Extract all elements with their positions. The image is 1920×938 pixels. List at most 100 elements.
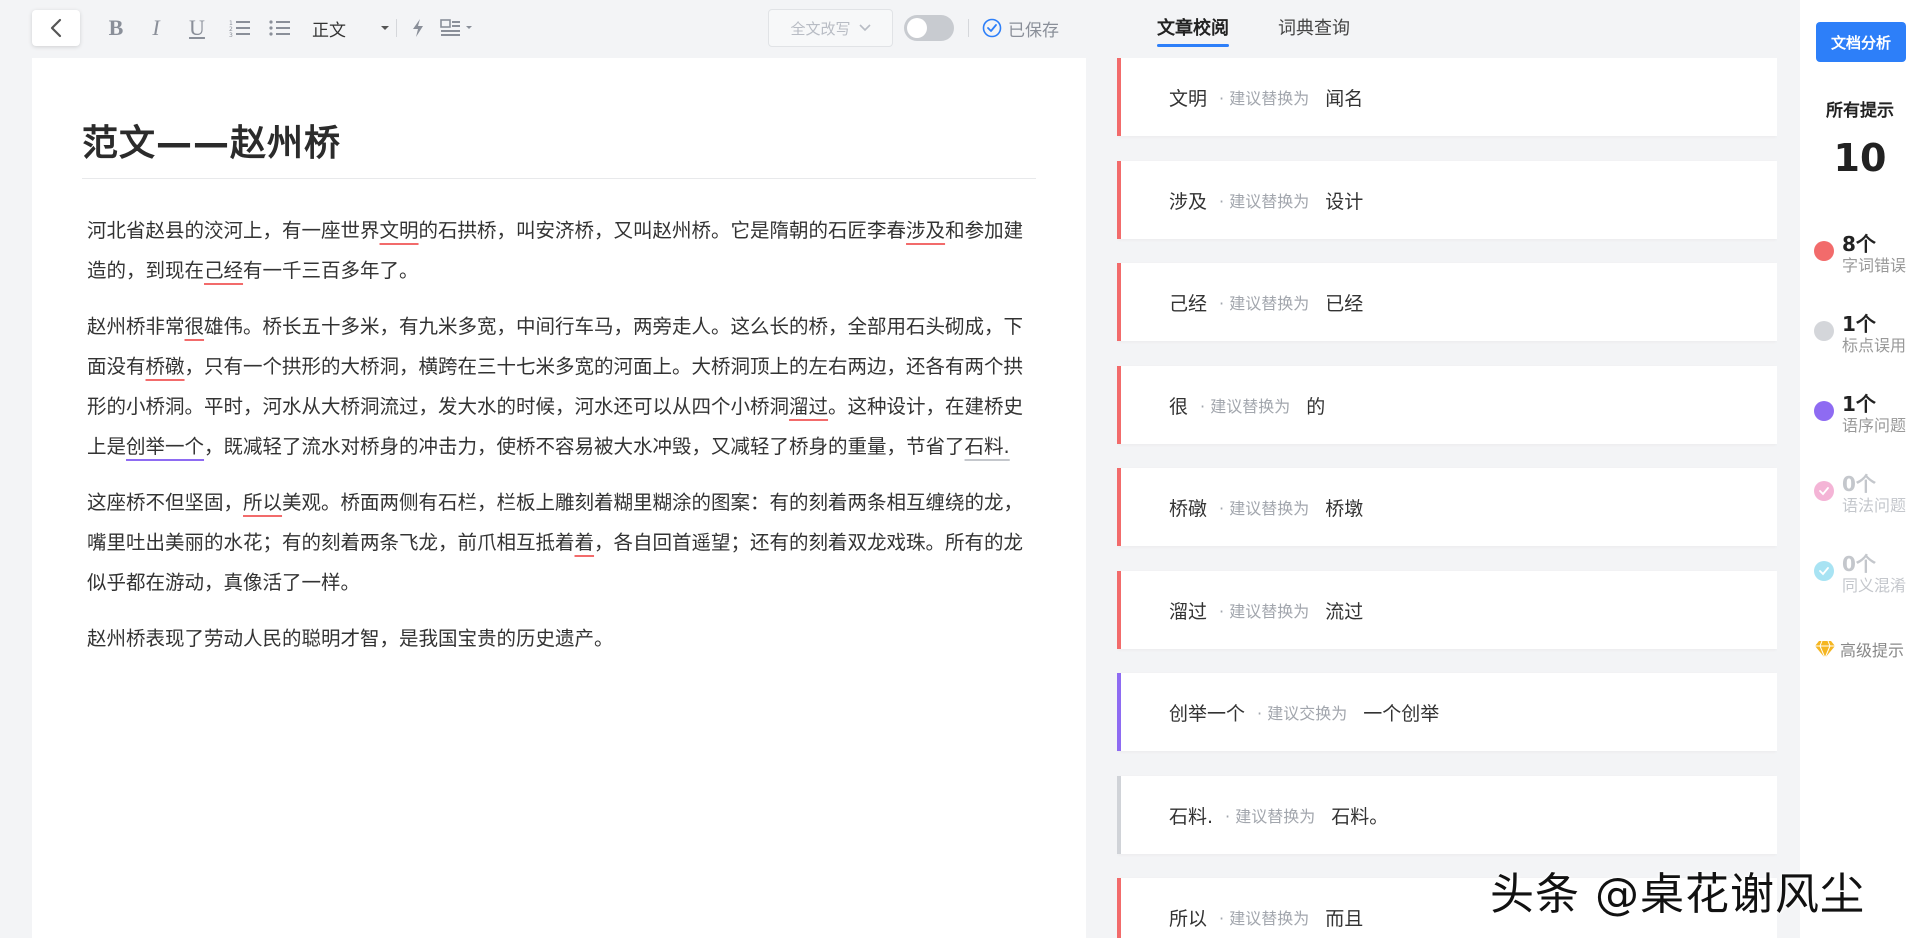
- suggestion-original: 桥礅: [1169, 497, 1208, 520]
- hint-category-filter[interactable]: 0个 语法问题: [1814, 466, 1920, 516]
- flagged-word[interactable]: 己经: [204, 259, 243, 282]
- suggestion-card[interactable]: 涉及 · 建议替换为 设计: [1117, 161, 1777, 239]
- suggestion-hint: · 建议替换为: [1219, 499, 1310, 518]
- rewrite-toggle[interactable]: [904, 15, 954, 41]
- flagged-word[interactable]: 所以: [243, 491, 282, 514]
- category-label: 标点误用: [1842, 336, 1907, 355]
- save-status: 已保存: [982, 15, 1059, 41]
- format-options-icon[interactable]: [438, 14, 478, 42]
- suggestion-replacement[interactable]: 桥墩: [1325, 494, 1363, 521]
- hint-category-filter[interactable]: 1个 标点误用: [1814, 306, 1920, 356]
- hint-category-filter[interactable]: 1个 语序问题: [1814, 386, 1920, 436]
- paragraph-text: ，既减轻了流水对桥身的冲击力，使桥不容易被大水冲毁，又减轻了桥身的重量，节省了: [204, 435, 965, 458]
- category-dot-icon: [1814, 561, 1834, 581]
- suggestion-card[interactable]: 创举一个 · 建议交换为 一个创举: [1117, 673, 1777, 751]
- suggestion-replacement[interactable]: 设计: [1325, 187, 1363, 214]
- suggestion-replacement[interactable]: 一个创举: [1363, 699, 1439, 726]
- bullet-list-icon[interactable]: [268, 14, 292, 42]
- suggestion-hint: · 建议替换为: [1219, 192, 1310, 211]
- flagged-word[interactable]: 很: [185, 315, 205, 338]
- document-paragraph[interactable]: 河北省赵县的洨河上，有一座世界文明的石拱桥，叫安济桥，又叫赵州桥。它是隋朝的石匠…: [87, 211, 1037, 291]
- document-analysis-button[interactable]: 文档分析: [1816, 22, 1906, 62]
- flagged-word[interactable]: 文明: [380, 219, 419, 242]
- right-summary-panel: 文档分析 所有提示 10 8个 字词错误 1个 标点误用 1个 语序问题 0个 语法问题 0个同…: [1800, 0, 1920, 938]
- suggestion-replacement[interactable]: 的: [1306, 392, 1325, 419]
- editor-toolbar: B I U 123 正文 全文改写 已保存: [0, 0, 1105, 56]
- suggestion-original: 文明: [1169, 87, 1208, 110]
- check-circle-icon: [982, 18, 1002, 38]
- flagged-word[interactable]: 桥礅: [146, 355, 185, 378]
- suggestion-replacement[interactable]: 石料。: [1331, 802, 1388, 829]
- back-button[interactable]: [32, 10, 80, 46]
- suggestion-card[interactable]: 溜过 · 建议替换为 流过: [1117, 571, 1777, 649]
- paragraph-style-select[interactable]: 正文: [312, 14, 390, 42]
- underline-icon[interactable]: U: [186, 14, 208, 42]
- document-title[interactable]: 范文——赵州桥: [82, 114, 1036, 179]
- suggestion-card[interactable]: 文明 · 建议替换为 闻名: [1117, 58, 1777, 136]
- suggestion-hint: · 建议替换为: [1225, 807, 1316, 826]
- flagged-word[interactable]: 石料.: [965, 435, 1010, 458]
- suggestion-replacement[interactable]: 已经: [1325, 289, 1363, 316]
- suggestion-original: 溜过: [1169, 600, 1208, 623]
- suggestion-original: 很: [1169, 395, 1189, 418]
- document-body[interactable]: 河北省赵县的洨河上，有一座世界文明的石拱桥，叫安济桥，又叫赵州桥。它是隋朝的石匠…: [87, 211, 1037, 675]
- tab-article-review[interactable]: 文章校阅: [1157, 14, 1229, 47]
- premium-hints-label: 高级提示: [1840, 641, 1905, 660]
- suggestion-card[interactable]: 桥礅 · 建议替换为 桥墩: [1117, 468, 1777, 546]
- lightning-icon[interactable]: [408, 14, 428, 42]
- suggestion-card[interactable]: 很 · 建议替换为的: [1117, 366, 1777, 444]
- paragraph-text: 赵州桥表现了劳动人民的聪明才智，是我国宝贵的历史遗产。: [87, 627, 614, 650]
- suggestion-original: 石料.: [1169, 805, 1214, 828]
- diamond-icon: [1815, 640, 1835, 659]
- save-status-text: 已保存: [1008, 20, 1059, 41]
- paragraph-style-value: 正文: [312, 20, 346, 41]
- hint-category-filter[interactable]: 0个 同义混淆: [1814, 546, 1920, 596]
- paragraph-text: 有一千三百多年了。: [243, 259, 419, 282]
- suggestion-card[interactable]: 己经 · 建议替换为 已经: [1117, 263, 1777, 341]
- flagged-word[interactable]: 溜过: [789, 395, 828, 418]
- category-label: 语序问题: [1842, 416, 1907, 435]
- suggestion-original: 创举一个: [1169, 702, 1246, 725]
- toolbar-divider: [396, 19, 397, 37]
- suggestion-replacement[interactable]: 流过: [1325, 597, 1363, 624]
- caret-down-icon: [381, 26, 389, 30]
- suggestion-hint: · 建议替换为: [1200, 397, 1291, 416]
- document-paragraph[interactable]: 赵州桥非常很雄伟。桥长五十多米，有九米多宽，中间行车马，两旁走人。这么长的桥，全…: [87, 307, 1037, 467]
- flagged-word[interactable]: 创举一个: [126, 435, 204, 458]
- paragraph-text: 河北省赵县的洨河上，有一座世界: [87, 219, 380, 242]
- suggestion-hint: · 建议替换为: [1219, 294, 1310, 313]
- full-rewrite-button[interactable]: 全文改写: [768, 9, 893, 47]
- watermark-text: 头条 @桌花谢风尘: [1490, 869, 1865, 920]
- tab-dictionary-lookup[interactable]: 词典查询: [1278, 14, 1350, 44]
- svg-text:3: 3: [229, 32, 233, 37]
- chevron-down-icon: [858, 24, 871, 32]
- paragraph-text: 赵州桥非常: [87, 315, 185, 338]
- document-paragraph[interactable]: 赵州桥表现了劳动人民的聪明才智，是我国宝贵的历史遗产。: [87, 619, 1037, 659]
- chevron-left-icon: [50, 18, 62, 38]
- all-hints-count: 10: [1833, 136, 1887, 180]
- suggestion-replacement[interactable]: 而且: [1325, 904, 1363, 931]
- hint-category-filter[interactable]: 8个 字词错误: [1814, 226, 1920, 276]
- italic-icon[interactable]: I: [146, 14, 166, 42]
- suggestion-hint: · 建议替换为: [1219, 602, 1310, 621]
- premium-hints-button[interactable]: 高级提示: [1814, 637, 1904, 661]
- all-hints-label: 所有提示: [1826, 101, 1894, 121]
- category-dot-icon: [1814, 401, 1834, 421]
- flagged-word[interactable]: 着: [575, 531, 595, 554]
- category-dot-icon: [1814, 241, 1834, 261]
- suggestion-hint: · 建议交换为: [1257, 704, 1348, 723]
- suggestion-card[interactable]: 石料. · 建议替换为 石料。: [1117, 776, 1777, 854]
- suggestion-original: 所以: [1169, 907, 1208, 930]
- paragraph-text: 这座桥不但坚固，: [87, 491, 244, 514]
- flagged-word[interactable]: 涉及: [906, 219, 945, 242]
- document-editor[interactable]: 范文——赵州桥 河北省赵县的洨河上，有一座世界文明的石拱桥，叫安济桥，又叫赵州桥…: [32, 58, 1086, 938]
- paragraph-text: 的石拱桥，叫安济桥，又叫赵州桥。它是隋朝的石匠李春: [418, 219, 907, 242]
- ordered-list-icon[interactable]: 123: [228, 14, 252, 42]
- category-dot-icon: [1814, 321, 1834, 341]
- toolbar-divider: [968, 19, 969, 37]
- document-paragraph[interactable]: 这座桥不但坚固，所以美观。桥面两侧有石栏，栏板上雕刻着糊里糊涂的图案：有的刻着两…: [87, 483, 1037, 603]
- suggestion-replacement[interactable]: 闻名: [1325, 84, 1363, 111]
- bold-icon[interactable]: B: [104, 14, 128, 42]
- category-label: 同义混淆: [1842, 576, 1907, 595]
- suggestion-hint: · 建议替换为: [1219, 909, 1310, 928]
